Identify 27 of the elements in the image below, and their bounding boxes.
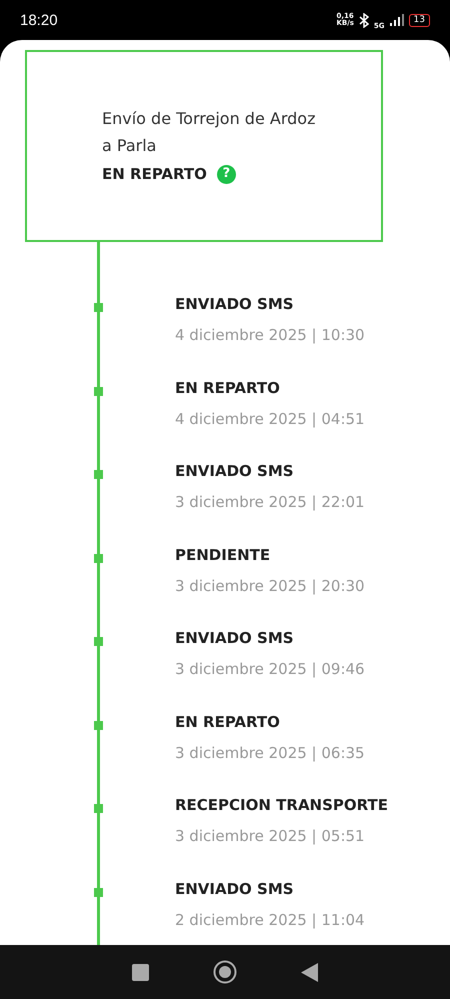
back-icon[interactable] [301,962,318,982]
route-text: Envío de Torrejon de Ardoz [102,108,316,130]
help-icon[interactable]: ? [216,164,236,184]
bluetooth-icon [358,12,369,28]
event-title: ENVIADO SMS [175,294,295,315]
event-date: 3 diciembre 2025 | 22:01 [175,492,366,513]
battery-level: 13 [408,14,430,26]
event-date: 3 diciembre 2025 | 06:35 [175,742,366,764]
event-title: ENVIADO SMS [175,878,295,900]
recents-icon[interactable] [132,964,149,980]
event-date: 4 diciembre 2025 | 04:51 [175,408,366,430]
clock-time: 18:20 [20,12,58,28]
event-date: 4 diciembre 2025 | 10:30 [175,325,366,346]
event-title: EN REPARTO [175,378,281,398]
event-title: EN REPARTO [175,712,281,732]
event-title: ENVIADO SMS [175,628,295,649]
event-date: 2 diciembre 2025 | 11:04 [175,910,366,930]
event-title: PENDIENTE [175,544,272,566]
signal-icon [390,14,404,26]
event-date: 3 diciembre 2025 | 09:46 [175,659,366,680]
event-date: 3 diciembre 2025 | 05:51 [175,826,366,847]
shipment-status: EN REPARTO [102,164,207,185]
event-date: 3 diciembre 2025 | 20:30 [175,576,366,596]
event-title: ENVIADO SMS [175,461,295,482]
home-icon[interactable] [213,960,237,984]
event-title: RECEPCION TRANSPORTE [175,795,390,816]
route-text: a Parla [102,135,158,157]
